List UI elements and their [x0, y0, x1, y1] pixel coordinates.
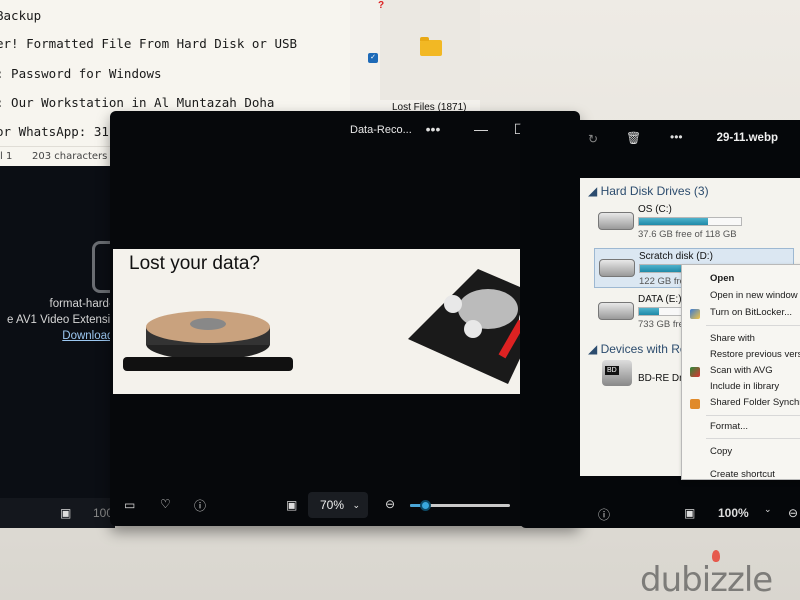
text-line[interactable]: : Our Workstation in Al Muntazah Doha: [0, 95, 274, 110]
usage-fill: [639, 308, 660, 315]
section-hard-disk-drives[interactable]: ◢ Hard Disk Drives (3): [588, 184, 709, 198]
drive-usage-bar: [638, 217, 742, 226]
menu-item-format[interactable]: Format...: [710, 421, 748, 432]
dubizzle-watermark: dubizzle: [640, 560, 773, 600]
more-options-button[interactable]: •••: [670, 130, 683, 144]
zoom-out-icon[interactable]: ⊖: [788, 506, 798, 520]
zoom-level[interactable]: 100%: [718, 506, 749, 520]
menu-item-scan-avg[interactable]: Scan with AVG: [710, 365, 773, 376]
line-col-status: l 1: [0, 151, 13, 162]
menu-item-shared-folder-sync[interactable]: Shared Folder Synchro: [710, 397, 800, 408]
drive-free-space: 733 GB fre: [638, 319, 684, 330]
rotate-icon[interactable]: ↻: [588, 132, 598, 146]
drive-item[interactable]: OS (C:) 37.6 GB free of 118 GB: [594, 202, 794, 242]
menu-item-bitlocker[interactable]: Turn on BitLocker...: [710, 307, 792, 318]
section-devices[interactable]: ◢ Devices with Re: [588, 342, 687, 356]
menu-separator: [706, 325, 800, 326]
fit-screen-icon[interactable]: ▣: [684, 506, 695, 520]
drive-icon: [598, 302, 634, 320]
fit-screen-icon[interactable]: ▣: [60, 506, 71, 520]
zoom-out-icon[interactable]: ⊖: [385, 497, 395, 511]
chevron-down-icon: ⌄: [352, 500, 360, 510]
chevron-down-icon[interactable]: ⌄: [764, 504, 772, 515]
codec-message: e AV1 Video Extension: [7, 314, 123, 326]
title-bar: Data-Reco... ••• — ☐ ✕: [110, 111, 580, 147]
info-icon[interactable]: ⓘ: [194, 497, 206, 514]
shield-icon: [690, 309, 700, 319]
drive-free-space: 122 GB fre: [639, 276, 685, 287]
window-title: Data-Reco...: [350, 124, 412, 136]
zoom-slider[interactable]: [410, 500, 510, 511]
unknown-file-icon: ?: [378, 0, 385, 11]
bottom-toolbar: ▣ 1005: [0, 498, 120, 528]
drive-icon: [598, 212, 634, 230]
slider-thumb[interactable]: [420, 500, 431, 511]
text-line[interactable]: : Password for Windows: [0, 66, 162, 81]
sync-folder-icon: [690, 399, 700, 409]
drive-icon: [599, 259, 635, 277]
fit-screen-icon[interactable]: ▣: [286, 498, 297, 512]
menu-item-copy[interactable]: Copy: [710, 446, 732, 457]
menu-separator: [706, 415, 800, 416]
delete-trash-icon[interactable]: 🗑: [626, 131, 641, 145]
menu-item-open[interactable]: Open: [710, 273, 734, 284]
more-options-button[interactable]: •••: [422, 119, 444, 139]
favorite-heart-icon[interactable]: ♡: [160, 497, 171, 511]
flame-icon: [712, 550, 720, 562]
menu-item-open-new-window[interactable]: Open in new window: [710, 290, 798, 301]
photos-window-left: format-hard-dr e AV1 Video Extension Dow…: [0, 166, 123, 528]
displayed-image: Lost your data?: [113, 249, 580, 394]
avg-icon: [690, 367, 700, 377]
hard-drive-illustration: [123, 269, 548, 384]
menu-item-restore-versions[interactable]: Restore previous versi: [710, 349, 800, 360]
text-line[interactable]: Backup: [0, 8, 41, 23]
selection-checkbox[interactable]: ✓: [368, 53, 378, 63]
usage-fill: [639, 218, 709, 225]
menu-item-create-shortcut[interactable]: Create shortcut: [710, 469, 775, 480]
character-count: 203 characters: [32, 151, 108, 162]
drive-free-space: 37.6 GB free of 118 GB: [638, 229, 737, 240]
bottom-toolbar: ▭ ♡ ⓘ ▣ 70% ⌄ ⊖ ⊕ ⤢: [110, 486, 580, 526]
bottom-toolbar: ⓘ ▣ 100% ⌄ ⊖: [520, 498, 800, 528]
menu-item-share-with[interactable]: Share with: [710, 333, 755, 344]
filmstrip-icon[interactable]: ▭: [124, 498, 135, 512]
folder-icon: [420, 37, 442, 56]
file-name: 29-11.webp: [716, 132, 778, 144]
drive-name: Scratch disk (D:): [639, 251, 713, 262]
text-line[interactable]: er! Formatted File From Hard Disk or USB: [0, 36, 297, 51]
drive-name: OS (C:): [638, 204, 672, 215]
bd-drive-icon: BD: [602, 360, 632, 386]
context-menu: Open Open in new window Turn on BitLocke…: [681, 264, 800, 480]
photos-window-main: Data-Reco... ••• — ☐ ✕ Lost your data? ▭…: [110, 111, 580, 526]
drive-name: DATA (E:): [638, 294, 682, 305]
info-icon[interactable]: ⓘ: [598, 506, 610, 523]
lost-files-explorer: ? ✓ Lost Files (1871): [350, 0, 480, 113]
minimize-button[interactable]: —: [470, 119, 492, 139]
menu-separator: [706, 438, 800, 439]
menu-item-include-library[interactable]: Include in library: [710, 381, 779, 392]
zoom-level: 70%: [320, 498, 345, 512]
zoom-dropdown[interactable]: 70% ⌄: [308, 492, 368, 518]
